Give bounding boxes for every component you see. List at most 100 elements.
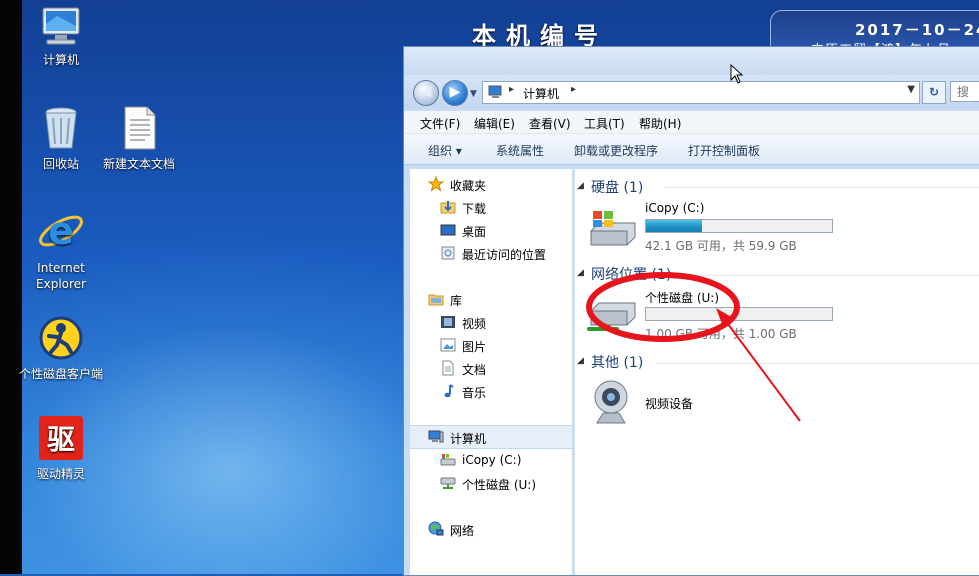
desktop-icon-label: 计算机 [42, 53, 79, 67]
open-control-panel-button[interactable]: 打开控制面板 [688, 142, 760, 159]
nav-libraries[interactable]: 库 [410, 288, 572, 310]
mouse-cursor-icon [730, 64, 744, 84]
network-drive-icon [440, 477, 456, 489]
address-dropdown-icon[interactable]: ▼ [907, 84, 915, 95]
group-divider [655, 363, 979, 364]
desktop-icon-computer[interactable]: 计算机 [18, 4, 104, 68]
address-bar[interactable]: ▸ 计算机 ▸ ▼ [482, 81, 920, 104]
text-document-icon [124, 106, 156, 150]
group-header-hard-disks[interactable]: 硬盘 (1) [591, 177, 643, 197]
nav-label: 音乐 [462, 386, 487, 400]
video-icon [441, 316, 455, 328]
drive-u-usage-bar [645, 307, 833, 321]
breadcrumb-chevron-icon[interactable]: ▸ [571, 84, 576, 95]
group-divider [665, 187, 979, 188]
nav-computer[interactable]: 计算机 [410, 425, 572, 449]
date-text: 2017－10－24 [855, 21, 979, 39]
explorer-window[interactable]: ◀ ▶ ▼ ▸ 计算机 ▸ ▼ ↻ 搜 文件(F) 编辑(E) 查看(V) 工具… [403, 46, 979, 576]
nav-downloads[interactable]: 下载 [410, 196, 572, 218]
group-header-network-locations[interactable]: 网络位置 (1) [591, 264, 671, 284]
command-bar: 组织 ▾ 系统属性 卸载或更改程序 打开控制面板 [404, 134, 979, 165]
nav-label: 图片 [462, 340, 487, 354]
nav-label: 网络 [450, 524, 475, 538]
nav-label: 视频 [462, 317, 487, 331]
group-divider [687, 275, 979, 276]
star-icon [428, 176, 444, 192]
menu-bar: 文件(F) 编辑(E) 查看(V) 工具(T) 帮助(H) [404, 111, 979, 134]
window-titlebar[interactable] [404, 47, 979, 75]
nav-label: 最近访问的位置 [462, 248, 547, 262]
desktop-icon-label: 驱动精灵 [36, 467, 85, 481]
group-header-other[interactable]: 其他 (1) [591, 352, 643, 372]
nav-pictures[interactable]: 图片 [410, 334, 572, 356]
music-note-icon [444, 384, 454, 398]
back-arrow-icon: ◀ [420, 84, 432, 100]
computer-icon [42, 7, 80, 45]
nav-favorites[interactable]: 收藏夹 [410, 173, 572, 195]
windows-drive-icon [590, 211, 636, 246]
nav-recent-places[interactable]: 最近访问的位置 [410, 242, 572, 264]
breadcrumb-chevron-icon[interactable]: ▸ [509, 84, 514, 95]
network-icon [428, 521, 444, 536]
drive-c-usage-bar [645, 219, 833, 233]
organize-button[interactable]: 组织 ▾ [428, 142, 462, 159]
device-item-camera[interactable]: 视频设备 [589, 377, 789, 433]
drive-item-c[interactable]: iCopy (C:) 42.1 GB 可用，共 59.9 GB [587, 199, 847, 255]
content-pane: ◢ 硬盘 (1) iCopy (C:) 42.1 GB 可用，共 59.9 GB… [574, 169, 979, 575]
recycle-bin-icon [45, 107, 77, 149]
nav-drive-u[interactable]: 个性磁盘 (U:) [410, 472, 572, 494]
search-input[interactable]: 搜 [950, 81, 979, 102]
collapse-arrow-icon[interactable]: ◢ [577, 181, 584, 191]
webcam-icon [594, 380, 628, 424]
history-dropdown-icon[interactable]: ▼ [470, 89, 477, 99]
desktop-icon-driver-genius[interactable]: 驱 驱动精灵 [18, 414, 104, 482]
personal-disk-client-icon [39, 316, 83, 360]
desktop-icon-new-text-document[interactable]: 新建文本文档 [96, 104, 182, 172]
address-row: ◀ ▶ ▼ ▸ 计算机 ▸ ▼ ↻ 搜 [404, 75, 979, 109]
desktop-icon-personal-disk-client[interactable]: 个性磁盘客户端 [18, 314, 104, 382]
desktop-icon-recycle-bin[interactable]: 回收站 [18, 104, 104, 172]
nav-music[interactable]: 音乐 [410, 380, 572, 402]
back-button[interactable]: ◀ [413, 80, 439, 106]
svg-text:e: e [48, 209, 74, 253]
drive-c-name: iCopy (C:) [645, 201, 705, 215]
menu-view[interactable]: 查看(V) [529, 115, 571, 132]
camera-name: 视频设备 [645, 397, 694, 411]
desktop-icon-label: 新建文本文档 [102, 157, 175, 171]
nav-drive-c[interactable]: iCopy (C:) [410, 449, 572, 471]
breadcrumb-computer[interactable]: 计算机 [523, 85, 559, 102]
menu-file[interactable]: 文件(F) [420, 115, 460, 132]
nav-label: 文档 [462, 363, 487, 377]
collapse-arrow-icon[interactable]: ◢ [577, 268, 584, 278]
desktop-icon-label: Internet Explorer [36, 261, 86, 291]
computer-small-icon [488, 85, 502, 98]
svg-text:驱: 驱 [47, 423, 75, 456]
collapse-arrow-icon[interactable]: ◢ [577, 356, 584, 366]
refresh-button[interactable]: ↻ [922, 81, 946, 104]
drive-item-u[interactable]: 个性磁盘 (U:) 1.00 GB 可用，共 1.00 GB [587, 287, 847, 343]
desktop-folder-icon [440, 224, 456, 236]
nav-documents[interactable]: 文档 [410, 357, 572, 379]
recent-places-icon [441, 246, 455, 260]
computer-small-icon [428, 430, 444, 443]
menu-edit[interactable]: 编辑(E) [474, 115, 515, 132]
desktop-icon-internet-explorer[interactable]: e Internet Explorer [18, 206, 104, 292]
desktop-icon-label: 个性磁盘客户端 [18, 367, 103, 381]
navigation-pane: 收藏夹 下载 桌面 最近访问的位置 库 视频 图片 文档 音乐 计算机 iCop… [410, 169, 572, 575]
nav-network[interactable]: 网络 [410, 518, 572, 540]
download-folder-icon [440, 201, 456, 214]
menu-help[interactable]: 帮助(H) [639, 115, 681, 132]
nav-label: 库 [450, 294, 463, 308]
uninstall-program-button[interactable]: 卸载或更改程序 [574, 142, 658, 159]
drive-u-space-info: 1.00 GB 可用，共 1.00 GB [645, 327, 797, 341]
libraries-icon [428, 294, 444, 306]
network-drive-icon [587, 302, 636, 331]
nav-label: 计算机 [450, 432, 487, 446]
drive-c-space-info: 42.1 GB 可用，共 59.9 GB [645, 239, 797, 253]
nav-desktop[interactable]: 桌面 [410, 219, 572, 241]
nav-videos[interactable]: 视频 [410, 311, 572, 333]
forward-button[interactable]: ▶ [442, 80, 468, 106]
system-properties-button[interactable]: 系统属性 [496, 142, 544, 159]
menu-tools[interactable]: 工具(T) [584, 115, 625, 132]
drive-u-name: 个性磁盘 (U:) [645, 291, 720, 305]
